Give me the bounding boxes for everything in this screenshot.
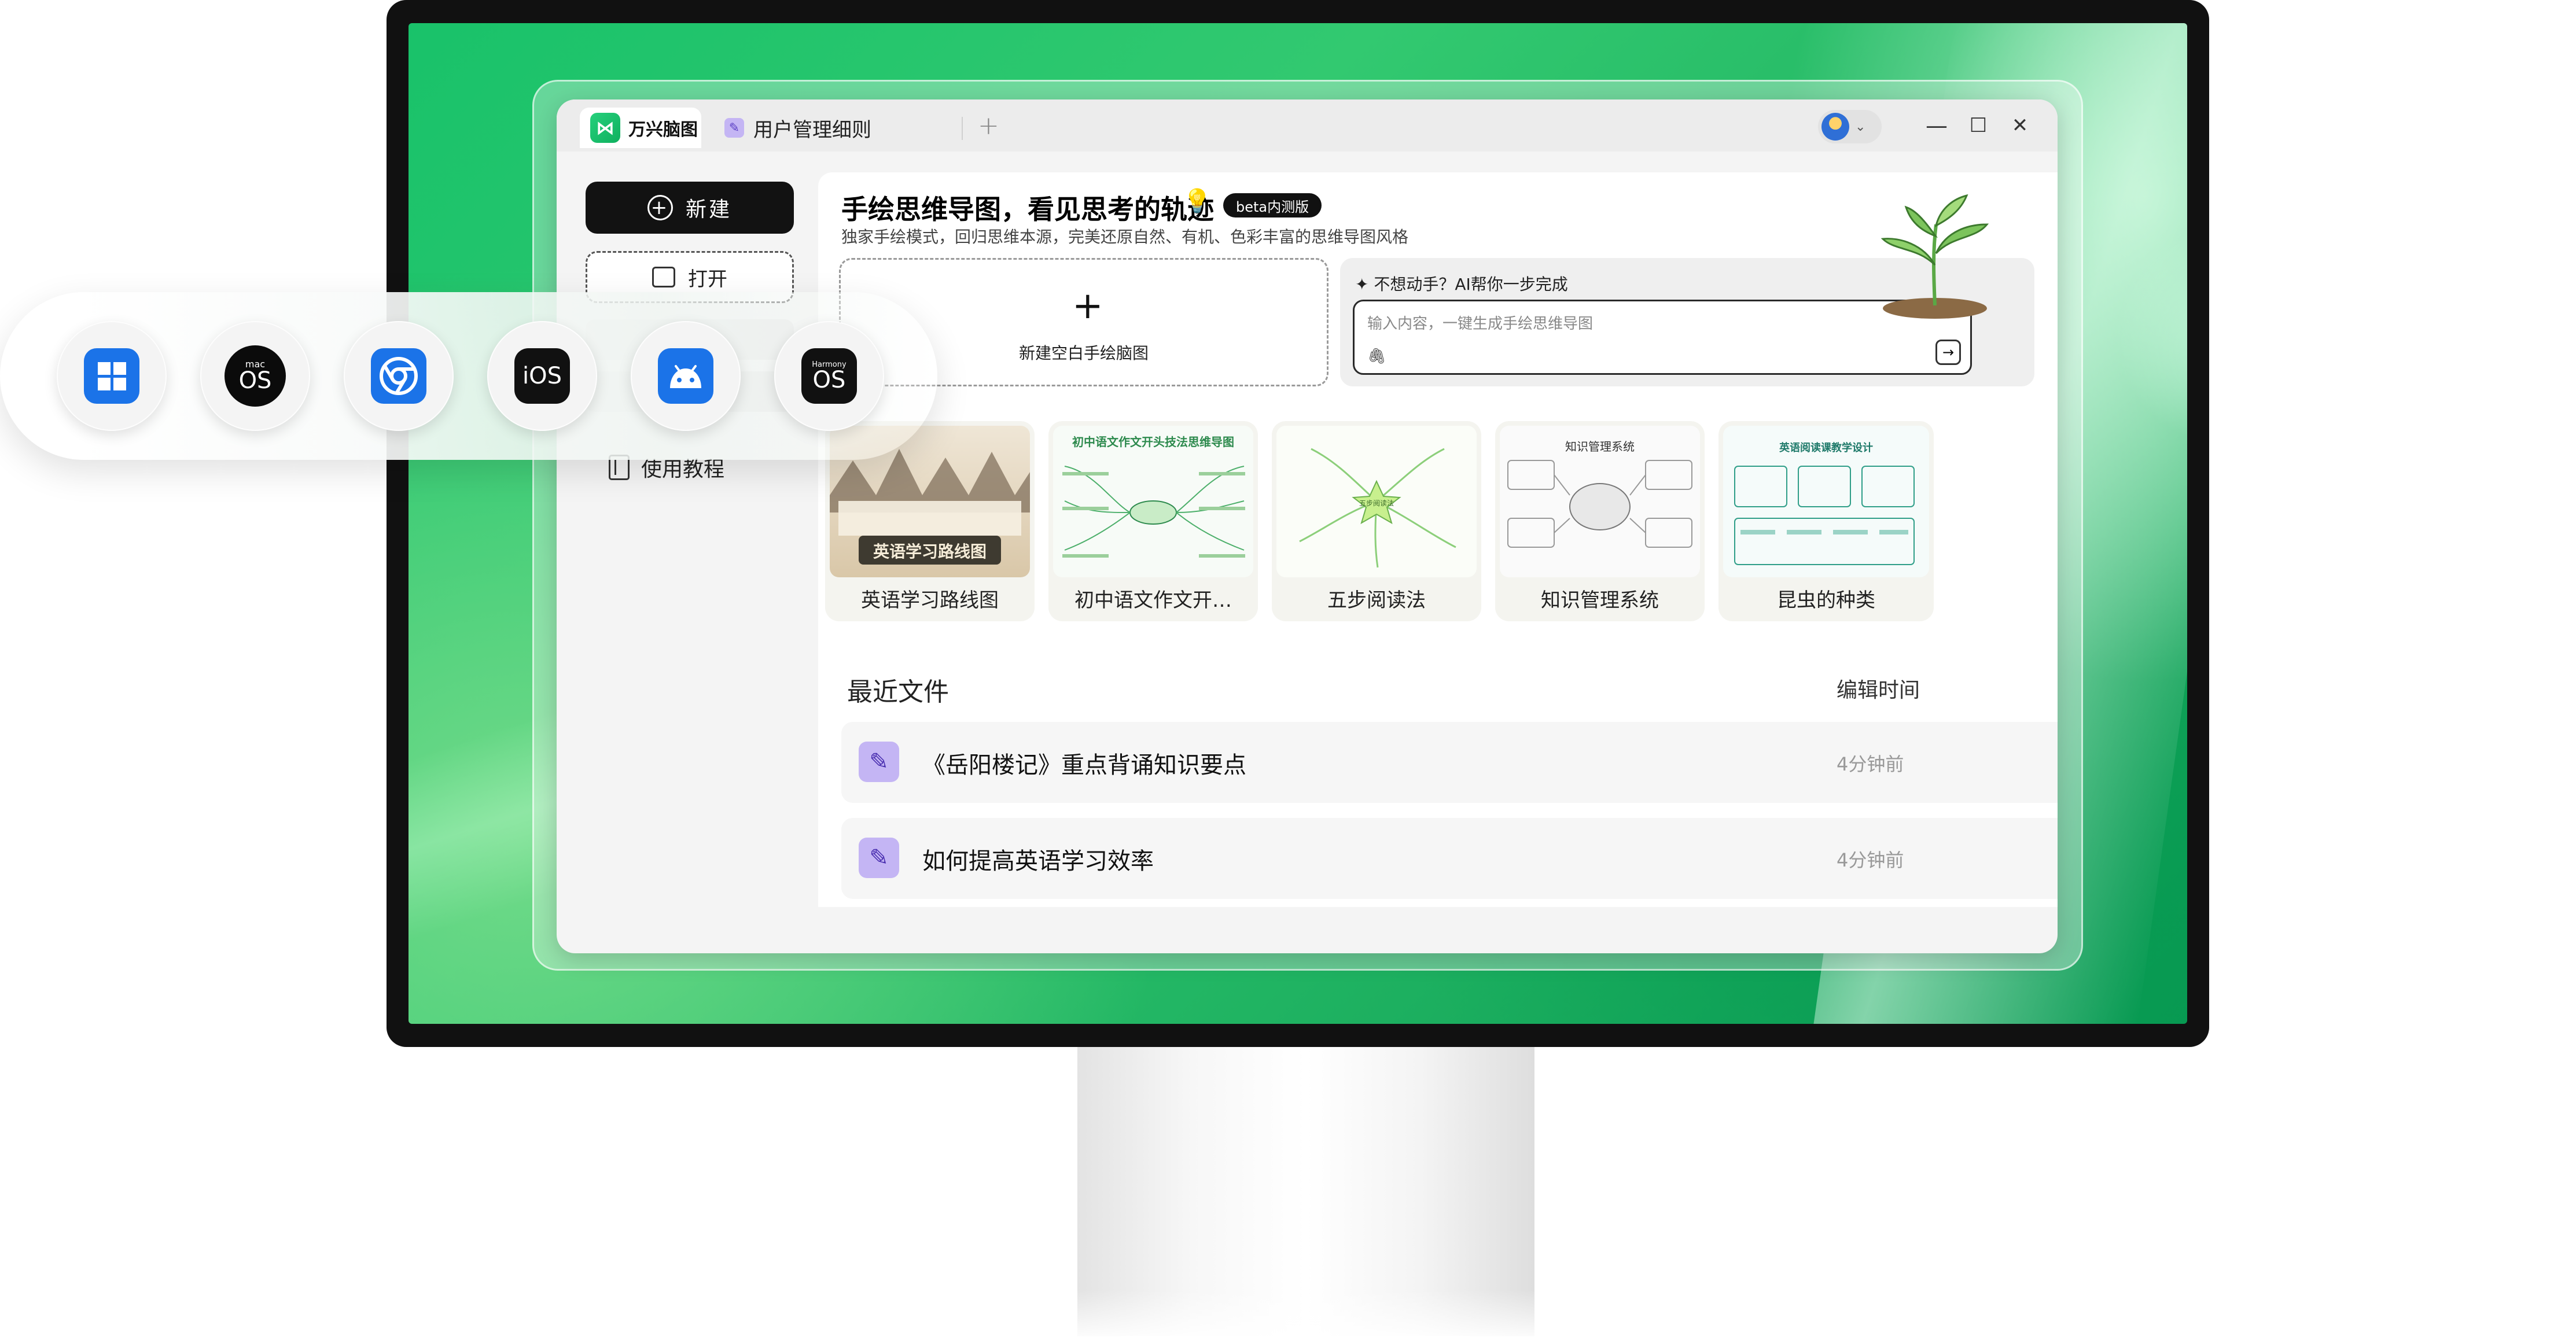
platform-macos[interactable]: mac OS xyxy=(200,321,310,431)
platform-ios[interactable]: iOS xyxy=(487,321,597,431)
plus-icon: + xyxy=(1072,285,1103,327)
template-label: 知识管理系统 xyxy=(1541,589,1659,612)
beta-badge: beta内测版 xyxy=(1223,193,1322,217)
attachment-icon[interactable]: 🖇 xyxy=(1367,348,1386,365)
new-button-label: 新建 xyxy=(685,198,732,222)
title-bar: ⋈ 万兴脑图 ✎ 用户管理细则 + ⌄ — ☐ ✕ xyxy=(557,99,2058,152)
template-card[interactable]: 初中语文作文开头技法思维导图 初中语文作文开… xyxy=(1048,421,1258,621)
tab-divider xyxy=(962,117,963,140)
avatar xyxy=(1821,113,1849,141)
svg-text:五步阅读法: 五步阅读法 xyxy=(1359,499,1394,507)
recent-files-title: 最近文件 xyxy=(847,677,949,707)
app-window: ⋈ 万兴脑图 ✎ 用户管理细则 + ⌄ — ☐ ✕ + 新建 打开 使用教程 手… xyxy=(557,99,2058,953)
template-label: 昆虫的种类 xyxy=(1777,589,1875,612)
ai-title: ✦ 不想动手？AI帮你一步完成 xyxy=(1355,275,1568,294)
platform-chrome[interactable] xyxy=(344,321,454,431)
ai-input-placeholder: 输入内容，一键生成手绘思维导图 xyxy=(1367,315,1594,333)
mindmap-file-icon: ✎ xyxy=(859,742,899,782)
main-panel: 手绘思维导图，看见思考的轨迹 💡 beta内测版 独家手绘模式，回归思维本源，完… xyxy=(818,172,2058,907)
ios-icon: iOS xyxy=(514,348,570,404)
maximize-button[interactable]: ☐ xyxy=(1964,111,1993,140)
platform-windows[interactable] xyxy=(57,321,167,431)
platform-harmonyos[interactable]: Harmony OS xyxy=(774,321,884,431)
template-card[interactable]: 英语阅读课教学设计 昆虫的种类 xyxy=(1718,421,1934,621)
hero-subtitle: 独家手绘模式，回归思维本源，完美还原自然、有机、色彩丰富的思维导图风格 xyxy=(841,227,1409,246)
template-label: 初中语文作文开… xyxy=(1074,589,1232,612)
sparkle-icon: ✦ xyxy=(1355,275,1374,294)
folder-icon xyxy=(652,267,675,287)
template-card[interactable]: 知识管理系统 知识管理系统 xyxy=(1495,421,1705,621)
template-thumbnail: 初中语文作文开头技法思维导图 xyxy=(1053,426,1253,577)
android-icon xyxy=(658,348,713,404)
recent-file-row[interactable]: ✎ 《岳阳楼记》重点背诵知识要点 4分钟前 xyxy=(841,722,2058,803)
new-button[interactable]: + 新建 xyxy=(586,182,794,234)
document-icon: ✎ xyxy=(724,118,744,138)
chrome-icon xyxy=(371,348,426,404)
app-logo-icon: ⋈ xyxy=(590,113,620,143)
file-edit-time: 4分钟前 xyxy=(1837,849,1904,871)
template-card[interactable]: 五步阅读法 五步阅读法 xyxy=(1272,421,1481,621)
file-name: 如何提高英语学习效率 xyxy=(922,848,1154,875)
hero-title: 手绘思维导图，看见思考的轨迹 xyxy=(841,194,1214,225)
platform-android[interactable] xyxy=(631,321,741,431)
new-tab-button[interactable]: + xyxy=(978,111,999,141)
template-label: 英语学习路线图 xyxy=(861,589,999,612)
recent-file-row[interactable]: ✎ 如何提高英语学习效率 4分钟前 xyxy=(841,818,2058,899)
template-thumbnail: 知识管理系统 xyxy=(1500,426,1700,577)
windows-icon xyxy=(84,348,139,404)
tab-home[interactable]: ⋈ 万兴脑图 xyxy=(580,108,701,148)
tab-document[interactable]: ✎ 用户管理细则 xyxy=(724,108,967,148)
tab-home-label: 万兴脑图 xyxy=(628,120,698,140)
macos-icon: mac OS xyxy=(225,345,286,407)
harmonyos-icon: Harmony OS xyxy=(801,348,857,404)
account-menu[interactable]: ⌄ xyxy=(1818,110,1882,143)
mindmap-file-icon: ✎ xyxy=(859,838,899,878)
file-name: 《岳阳楼记》重点背诵知识要点 xyxy=(922,752,1246,779)
open-button-label: 打开 xyxy=(688,267,727,291)
chevron-down-icon: ⌄ xyxy=(1855,119,1866,134)
edit-time-column-header[interactable]: 编辑时间 xyxy=(1837,673,1920,703)
template-thumb-title: 英语学习路线图 xyxy=(873,542,987,561)
template-label: 五步阅读法 xyxy=(1327,589,1426,612)
plant-illustration xyxy=(1881,194,1989,319)
template-thumbnail: 五步阅读法 xyxy=(1276,426,1477,577)
send-button[interactable]: → xyxy=(1935,340,1961,365)
plus-circle-icon: + xyxy=(647,195,673,220)
close-button[interactable]: ✕ xyxy=(2005,111,2034,140)
file-edit-time: 4分钟前 xyxy=(1837,753,1904,775)
template-thumbnail: 英语阅读课教学设计 xyxy=(1723,426,1929,577)
tab-document-label: 用户管理细则 xyxy=(753,118,871,142)
minimize-button[interactable]: — xyxy=(1922,111,1951,140)
lightbulb-icon: 💡 xyxy=(1183,188,1212,215)
